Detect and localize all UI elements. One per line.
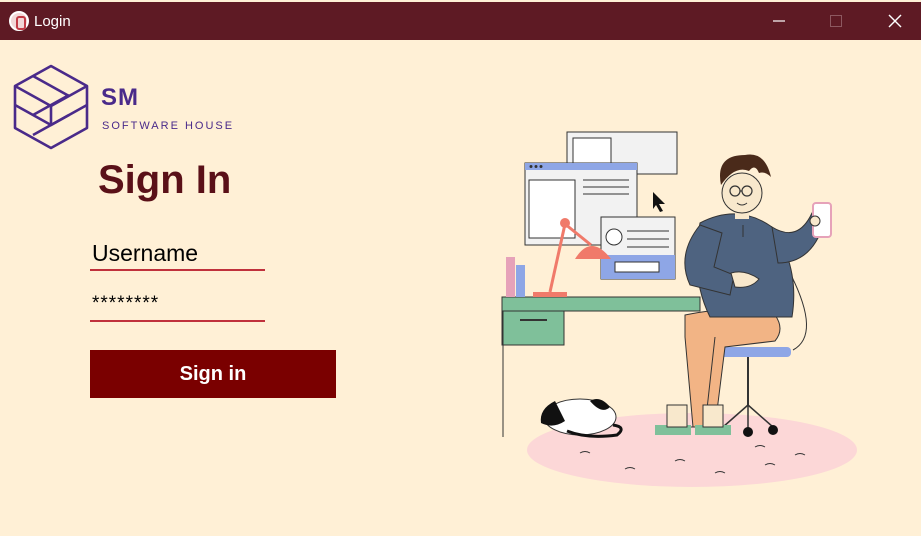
brand-initials: SM [101, 84, 139, 111]
app-icon [9, 11, 29, 31]
username-field-wrapper [90, 237, 265, 271]
page-title: Sign In [98, 158, 232, 202]
login-window: Login SM SOFTWARE HOUSE Sign In Sign in [0, 0, 921, 536]
sign-in-button[interactable]: Sign in [90, 350, 336, 398]
password-field-wrapper [90, 288, 265, 322]
hexagon-stack-icon [13, 64, 89, 150]
minimize-button[interactable] [750, 2, 808, 40]
person-at-desk-illustration [501, 131, 857, 487]
username-input[interactable] [90, 237, 265, 269]
brand-tagline: SOFTWARE HOUSE [102, 120, 235, 132]
maximize-icon [830, 15, 842, 27]
title-bar[interactable]: Login [0, 2, 921, 40]
close-button[interactable] [866, 2, 921, 40]
password-input[interactable] [90, 288, 265, 320]
window-title: Login [34, 13, 71, 30]
maximize-button[interactable] [807, 2, 865, 40]
minimize-icon [773, 20, 785, 22]
close-icon [888, 14, 902, 28]
